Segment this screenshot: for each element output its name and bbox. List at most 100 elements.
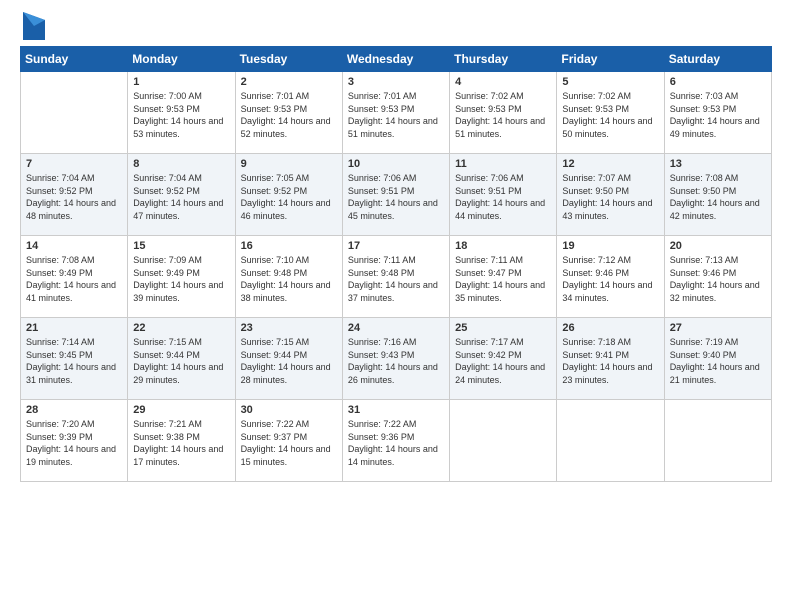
calendar-header-tuesday: Tuesday bbox=[235, 47, 342, 72]
calendar-header-sunday: Sunday bbox=[21, 47, 128, 72]
day-number: 9 bbox=[241, 158, 337, 170]
calendar-header-wednesday: Wednesday bbox=[342, 47, 449, 72]
calendar-cell: 31Sunrise: 7:22 AMSunset: 9:36 PMDayligh… bbox=[342, 400, 449, 482]
day-number: 25 bbox=[455, 322, 551, 334]
day-info: Sunrise: 7:20 AMSunset: 9:39 PMDaylight:… bbox=[26, 418, 122, 468]
day-number: 15 bbox=[133, 240, 229, 252]
day-info: Sunrise: 7:16 AMSunset: 9:43 PMDaylight:… bbox=[348, 336, 444, 386]
day-number: 17 bbox=[348, 240, 444, 252]
calendar-header-row: SundayMondayTuesdayWednesdayThursdayFrid… bbox=[21, 47, 772, 72]
calendar-header-friday: Friday bbox=[557, 47, 664, 72]
day-info: Sunrise: 7:22 AMSunset: 9:37 PMDaylight:… bbox=[241, 418, 337, 468]
calendar-cell bbox=[450, 400, 557, 482]
calendar-cell bbox=[557, 400, 664, 482]
day-number: 3 bbox=[348, 76, 444, 88]
day-number: 27 bbox=[670, 322, 766, 334]
calendar-cell: 5 Sunrise: 7:02 AMSunset: 9:53 PMDaylight… bbox=[557, 72, 664, 154]
calendar-week-row: 28 Sunrise: 7:20 AMSunset: 9:39 PMDayligh… bbox=[21, 400, 772, 482]
day-info: Sunrise: 7:15 AMSunset: 9:44 PMDaylight:… bbox=[133, 336, 229, 386]
day-info: Sunrise: 7:11 AMSunset: 9:47 PMDaylight:… bbox=[455, 254, 551, 304]
calendar-week-row: 1 Sunrise: 7:00 AMSunset: 9:53 PMDaylight… bbox=[21, 72, 772, 154]
day-number: 21 bbox=[26, 322, 122, 334]
day-number: 28 bbox=[26, 404, 122, 416]
day-number: 24 bbox=[348, 322, 444, 334]
calendar-cell: 30Sunrise: 7:22 AMSunset: 9:37 PMDayligh… bbox=[235, 400, 342, 482]
calendar-cell: 10 Sunrise: 7:06 AMSunset: 9:51 PMDayligh… bbox=[342, 154, 449, 236]
day-number: 7 bbox=[26, 158, 122, 170]
day-number: 26 bbox=[562, 322, 658, 334]
calendar-cell: 27 Sunrise: 7:19 AMSunset: 9:40 PMDayligh… bbox=[664, 318, 771, 400]
page: SundayMondayTuesdayWednesdayThursdayFrid… bbox=[0, 0, 792, 612]
day-number: 29 bbox=[133, 404, 229, 416]
day-info: Sunrise: 7:00 AMSunset: 9:53 PMDaylight:… bbox=[133, 90, 229, 140]
calendar-cell: 4 Sunrise: 7:02 AMSunset: 9:53 PMDaylight… bbox=[450, 72, 557, 154]
calendar-header-monday: Monday bbox=[128, 47, 235, 72]
day-info: Sunrise: 7:22 AMSunset: 9:36 PMDaylight:… bbox=[348, 418, 444, 468]
calendar-cell: 3 Sunrise: 7:01 AMSunset: 9:53 PMDaylight… bbox=[342, 72, 449, 154]
day-number: 11 bbox=[455, 158, 551, 170]
calendar-cell: 15Sunrise: 7:09 AMSunset: 9:49 PMDayligh… bbox=[128, 236, 235, 318]
calendar-cell: 14Sunrise: 7:08 AMSunset: 9:49 PMDayligh… bbox=[21, 236, 128, 318]
day-info: Sunrise: 7:04 AMSunset: 9:52 PMDaylight:… bbox=[133, 172, 229, 222]
calendar-cell: 8Sunrise: 7:04 AMSunset: 9:52 PMDaylight… bbox=[128, 154, 235, 236]
day-number: 2 bbox=[241, 76, 337, 88]
day-info: Sunrise: 7:15 AMSunset: 9:44 PMDaylight:… bbox=[241, 336, 337, 386]
day-info: Sunrise: 7:11 AMSunset: 9:48 PMDaylight:… bbox=[348, 254, 444, 304]
calendar-cell: 23 Sunrise: 7:15 AMSunset: 9:44 PMDayligh… bbox=[235, 318, 342, 400]
calendar-cell: 28 Sunrise: 7:20 AMSunset: 9:39 PMDayligh… bbox=[21, 400, 128, 482]
day-info: Sunrise: 7:02 AMSunset: 9:53 PMDaylight:… bbox=[562, 90, 658, 140]
day-info: Sunrise: 7:07 AMSunset: 9:50 PMDaylight:… bbox=[562, 172, 658, 222]
day-number: 1 bbox=[133, 76, 229, 88]
calendar-cell: 9 Sunrise: 7:05 AMSunset: 9:52 PMDaylight… bbox=[235, 154, 342, 236]
day-number: 10 bbox=[348, 158, 444, 170]
logo-icon bbox=[23, 12, 45, 40]
calendar-cell: 1 Sunrise: 7:00 AMSunset: 9:53 PMDaylight… bbox=[128, 72, 235, 154]
calendar-cell: 19 Sunrise: 7:12 AMSunset: 9:46 PMDayligh… bbox=[557, 236, 664, 318]
day-info: Sunrise: 7:05 AMSunset: 9:52 PMDaylight:… bbox=[241, 172, 337, 222]
calendar-cell: 11 Sunrise: 7:06 AMSunset: 9:51 PMDayligh… bbox=[450, 154, 557, 236]
day-info: Sunrise: 7:08 AMSunset: 9:49 PMDaylight:… bbox=[26, 254, 122, 304]
day-number: 23 bbox=[241, 322, 337, 334]
day-info: Sunrise: 7:08 AMSunset: 9:50 PMDaylight:… bbox=[670, 172, 766, 222]
day-number: 16 bbox=[241, 240, 337, 252]
day-number: 20 bbox=[670, 240, 766, 252]
day-info: Sunrise: 7:06 AMSunset: 9:51 PMDaylight:… bbox=[348, 172, 444, 222]
day-info: Sunrise: 7:01 AMSunset: 9:53 PMDaylight:… bbox=[241, 90, 337, 140]
day-info: Sunrise: 7:12 AMSunset: 9:46 PMDaylight:… bbox=[562, 254, 658, 304]
header bbox=[20, 16, 772, 40]
calendar-cell: 18 Sunrise: 7:11 AMSunset: 9:47 PMDayligh… bbox=[450, 236, 557, 318]
day-number: 6 bbox=[670, 76, 766, 88]
calendar-week-row: 7 Sunrise: 7:04 AMSunset: 9:52 PMDaylight… bbox=[21, 154, 772, 236]
calendar-cell: 24 Sunrise: 7:16 AMSunset: 9:43 PMDayligh… bbox=[342, 318, 449, 400]
calendar-cell: 17 Sunrise: 7:11 AMSunset: 9:48 PMDayligh… bbox=[342, 236, 449, 318]
day-number: 4 bbox=[455, 76, 551, 88]
day-info: Sunrise: 7:21 AMSunset: 9:38 PMDaylight:… bbox=[133, 418, 229, 468]
day-number: 5 bbox=[562, 76, 658, 88]
day-info: Sunrise: 7:18 AMSunset: 9:41 PMDaylight:… bbox=[562, 336, 658, 386]
day-info: Sunrise: 7:14 AMSunset: 9:45 PMDaylight:… bbox=[26, 336, 122, 386]
calendar-week-row: 14Sunrise: 7:08 AMSunset: 9:49 PMDayligh… bbox=[21, 236, 772, 318]
day-number: 13 bbox=[670, 158, 766, 170]
day-info: Sunrise: 7:01 AMSunset: 9:53 PMDaylight:… bbox=[348, 90, 444, 140]
calendar-cell: 7 Sunrise: 7:04 AMSunset: 9:52 PMDaylight… bbox=[21, 154, 128, 236]
calendar-header-saturday: Saturday bbox=[664, 47, 771, 72]
calendar-cell: 12Sunrise: 7:07 AMSunset: 9:50 PMDayligh… bbox=[557, 154, 664, 236]
calendar-cell: 16Sunrise: 7:10 AMSunset: 9:48 PMDayligh… bbox=[235, 236, 342, 318]
calendar-cell: 26 Sunrise: 7:18 AMSunset: 9:41 PMDayligh… bbox=[557, 318, 664, 400]
calendar-cell: 29 Sunrise: 7:21 AMSunset: 9:38 PMDayligh… bbox=[128, 400, 235, 482]
day-info: Sunrise: 7:03 AMSunset: 9:53 PMDaylight:… bbox=[670, 90, 766, 140]
calendar-cell: 6 Sunrise: 7:03 AMSunset: 9:53 PMDaylight… bbox=[664, 72, 771, 154]
day-info: Sunrise: 7:13 AMSunset: 9:46 PMDaylight:… bbox=[670, 254, 766, 304]
day-number: 22 bbox=[133, 322, 229, 334]
day-info: Sunrise: 7:19 AMSunset: 9:40 PMDaylight:… bbox=[670, 336, 766, 386]
calendar-header-thursday: Thursday bbox=[450, 47, 557, 72]
calendar-cell: 22 Sunrise: 7:15 AMSunset: 9:44 PMDayligh… bbox=[128, 318, 235, 400]
day-info: Sunrise: 7:04 AMSunset: 9:52 PMDaylight:… bbox=[26, 172, 122, 222]
day-info: Sunrise: 7:02 AMSunset: 9:53 PMDaylight:… bbox=[455, 90, 551, 140]
calendar-table: SundayMondayTuesdayWednesdayThursdayFrid… bbox=[20, 46, 772, 482]
calendar-cell: 21 Sunrise: 7:14 AMSunset: 9:45 PMDayligh… bbox=[21, 318, 128, 400]
calendar-cell: 20 Sunrise: 7:13 AMSunset: 9:46 PMDayligh… bbox=[664, 236, 771, 318]
day-number: 18 bbox=[455, 240, 551, 252]
day-number: 19 bbox=[562, 240, 658, 252]
day-info: Sunrise: 7:06 AMSunset: 9:51 PMDaylight:… bbox=[455, 172, 551, 222]
